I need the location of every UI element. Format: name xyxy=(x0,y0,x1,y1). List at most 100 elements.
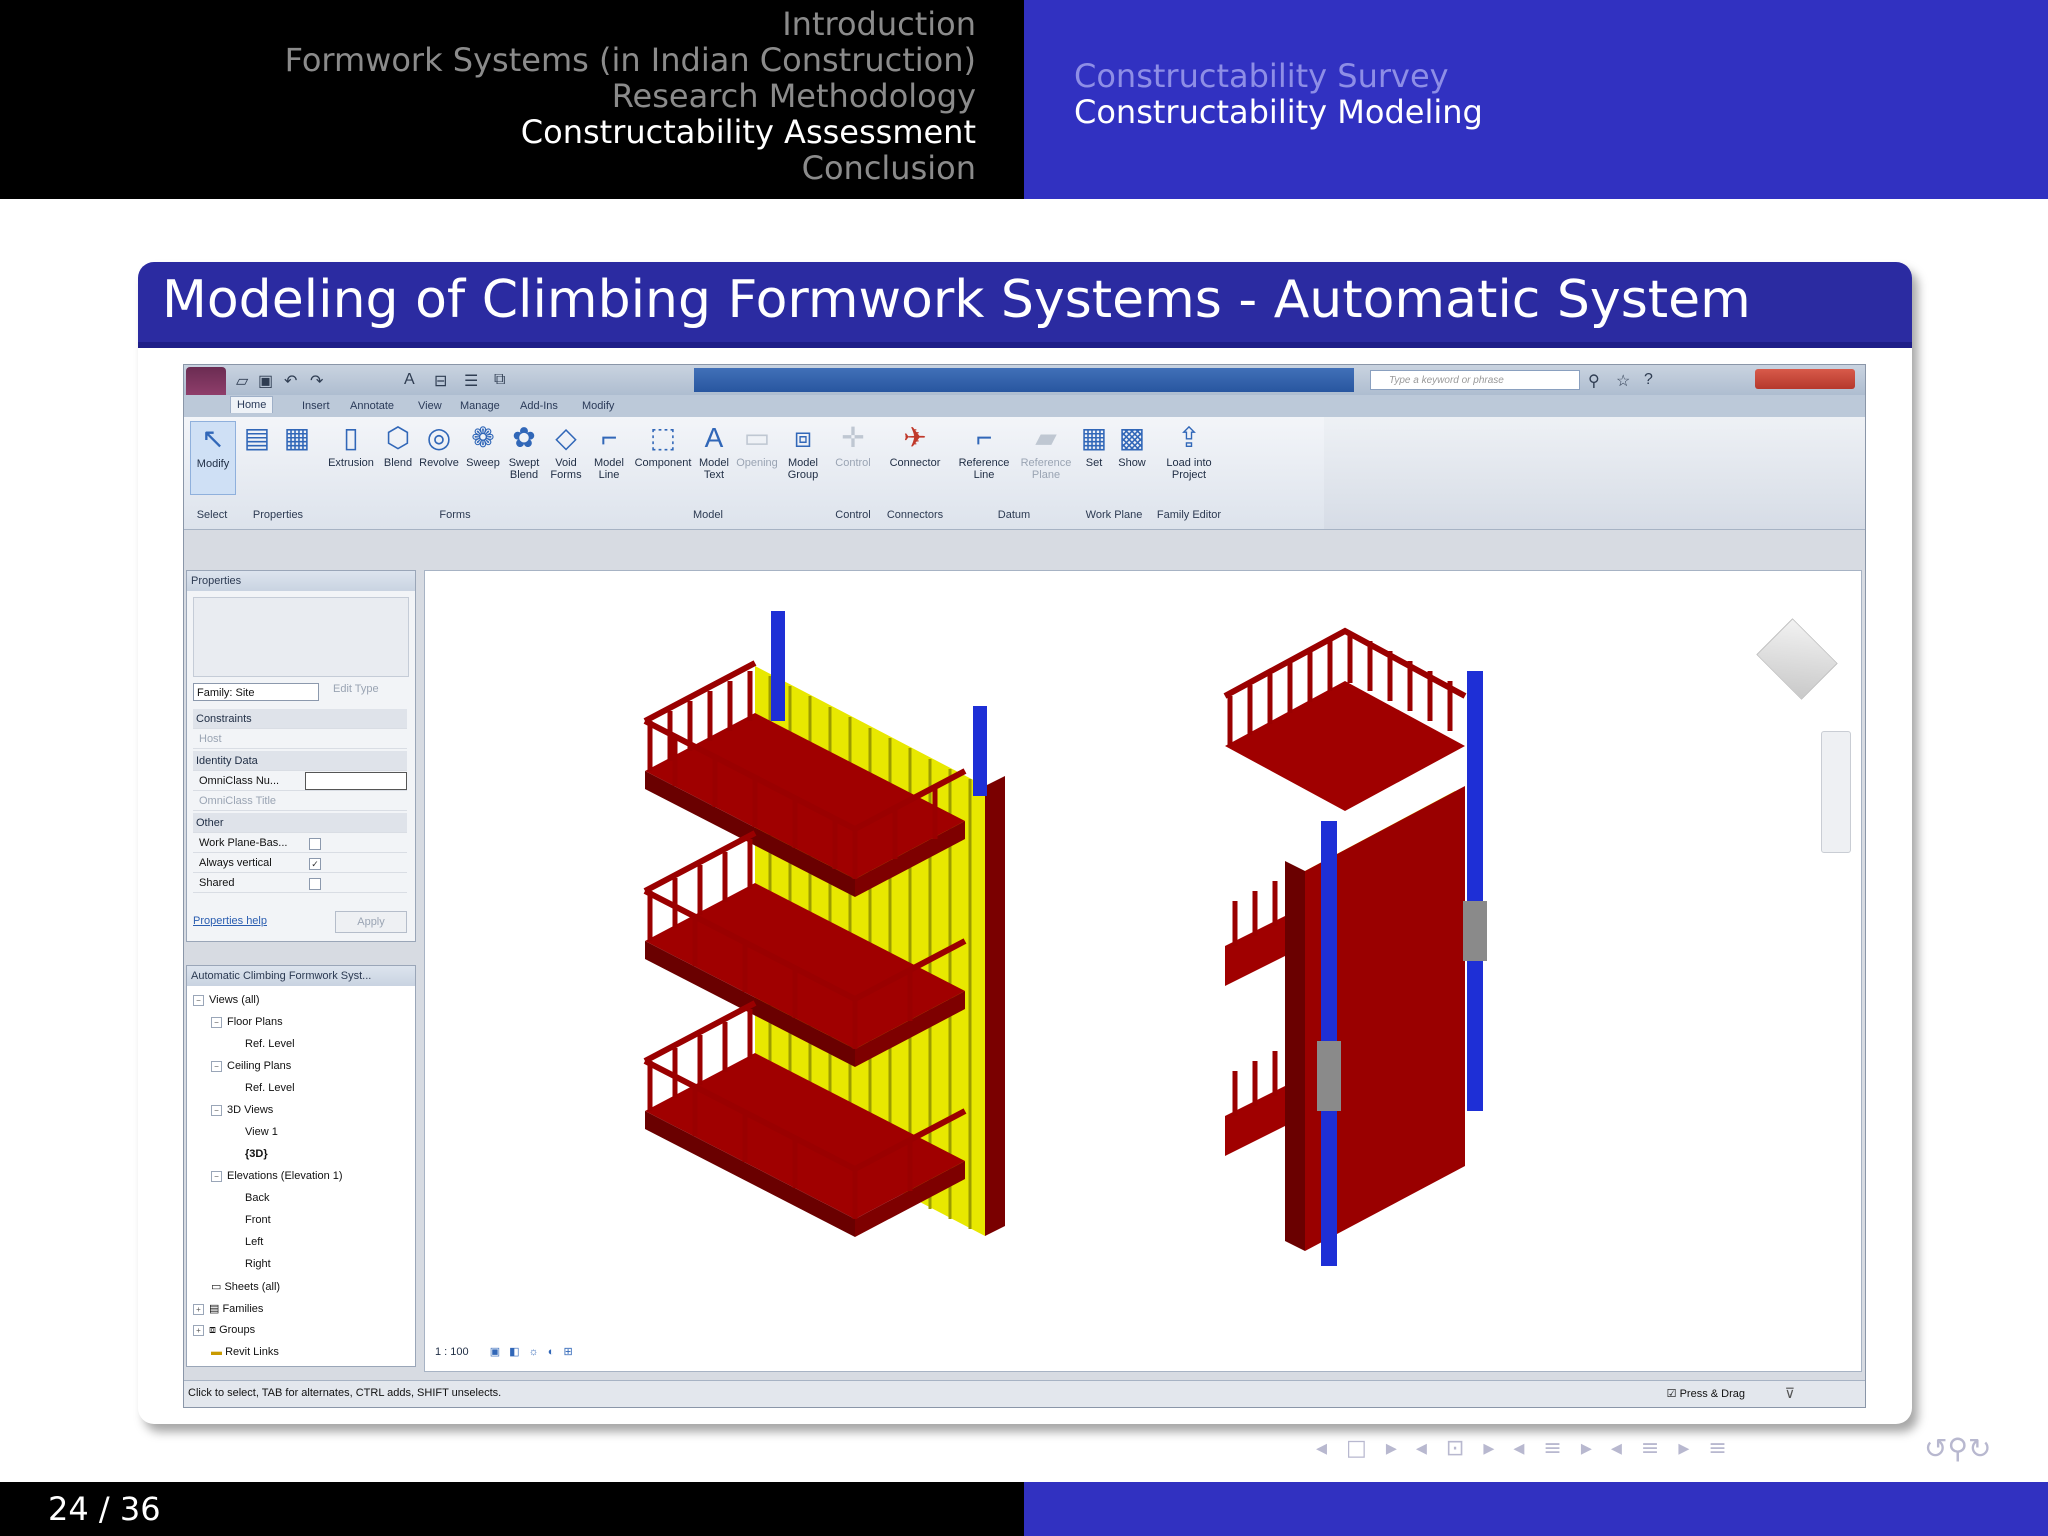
beamer-navigation-symbols[interactable]: ◂ □ ▸ ◂ ⊡ ▸ ◂ ≡ ▸ ◂ ≡ ▸ ≡ xyxy=(1316,1436,1733,1461)
connector-button[interactable]: ✈ Connector xyxy=(880,421,950,469)
component-button[interactable]: ⬚ Component xyxy=(632,421,694,469)
omniclass-number-field[interactable] xyxy=(305,772,407,790)
view-scale[interactable]: 1 : 100 xyxy=(435,1346,469,1358)
family-types-button[interactable]: ▦ xyxy=(280,421,314,457)
tree-elevation-back[interactable]: Back xyxy=(245,1192,269,1204)
tree-revit-links[interactable]: ▬ Revit Links xyxy=(211,1346,279,1358)
star-icon[interactable]: ☆ xyxy=(1616,371,1630,391)
open-icon[interactable]: ▱ xyxy=(236,371,248,391)
press-drag-toggle[interactable]: ☑ Press & Drag xyxy=(1667,1387,1745,1400)
tree-elevation-right[interactable]: Right xyxy=(245,1258,271,1270)
forward-icon[interactable]: ↻ xyxy=(1968,1432,1991,1465)
tree-floor-plan-ref-level[interactable]: Ref. Level xyxy=(245,1038,295,1050)
tree-floor-plans[interactable]: − Floor Plans xyxy=(211,1016,283,1028)
nav-subsection-constructability-modeling[interactable]: Constructability Modeling xyxy=(1074,94,1483,130)
nav-section-formwork-systems[interactable]: Formwork Systems (in Indian Construction… xyxy=(285,42,1024,78)
shadows-icon[interactable]: ◐ xyxy=(548,1346,555,1358)
type-preview-image[interactable] xyxy=(193,597,409,677)
nav-section-research-methodology[interactable]: Research Methodology xyxy=(612,78,1024,114)
undo-icon[interactable]: ↶ xyxy=(284,371,297,391)
tab-modify[interactable]: Modify xyxy=(576,398,620,414)
sweep-button[interactable]: ❁ Sweep xyxy=(462,421,504,469)
tree-elevation-left[interactable]: Left xyxy=(245,1236,263,1248)
family-type-select[interactable]: Family: Site xyxy=(193,683,319,701)
properties-help-link[interactable]: Properties help xyxy=(193,915,267,927)
windows-icon[interactable]: ⧉ xyxy=(494,371,505,389)
control-button[interactable]: ✛ Control xyxy=(830,421,876,469)
tree-elevations[interactable]: − Elevations (Elevation 1) xyxy=(211,1170,343,1182)
collapse-icon[interactable]: − xyxy=(211,1104,222,1116)
always-vertical-checkbox[interactable]: ✓ xyxy=(309,858,321,870)
opening-button[interactable]: ▭ Opening xyxy=(732,421,782,469)
reference-plane-button[interactable]: ▰ Reference Plane xyxy=(1016,421,1076,481)
redo-icon[interactable]: ↷ xyxy=(310,371,323,391)
extrusion-button[interactable]: ▯ Extrusion xyxy=(324,421,378,469)
collapse-icon[interactable]: − xyxy=(193,994,204,1006)
nav-section-conclusion[interactable]: Conclusion xyxy=(802,150,1024,186)
revolve-button[interactable]: ◎ Revolve xyxy=(416,421,462,469)
modify-button[interactable]: ↖ Modify xyxy=(190,421,236,495)
sun-path-icon[interactable]: ☼ xyxy=(529,1346,539,1358)
tab-manage[interactable]: Manage xyxy=(454,398,506,414)
beamer-search-icons[interactable]: ↺⚲↻ xyxy=(1924,1432,1991,1465)
search-input[interactable]: Type a keyword or phrase xyxy=(1370,370,1580,390)
work-plane-based-checkbox[interactable] xyxy=(309,838,321,850)
void-forms-button[interactable]: ◇ Void Forms xyxy=(546,421,586,481)
load-into-project-button[interactable]: ⇪ Load into Project xyxy=(1154,421,1224,481)
tab-add-ins[interactable]: Add-Ins xyxy=(514,398,564,414)
nav-section-introduction[interactable]: Introduction xyxy=(782,6,1024,42)
expand-icon[interactable]: + xyxy=(193,1324,204,1336)
tree-ceiling-plan-ref-level[interactable]: Ref. Level xyxy=(245,1082,295,1094)
apply-button[interactable]: Apply xyxy=(335,911,407,933)
tab-view[interactable]: View xyxy=(412,398,448,414)
crop-icon[interactable]: ⊞ xyxy=(564,1346,573,1358)
tree-sheets[interactable]: ▭ Sheets (all) xyxy=(211,1280,280,1293)
prop-section-other[interactable]: Other xyxy=(193,813,407,833)
tab-home[interactable]: Home xyxy=(230,396,274,413)
show-work-plane-button[interactable]: ▩ Show xyxy=(1112,421,1152,469)
visual-style-icon[interactable]: ◧ xyxy=(509,1346,519,1358)
detail-level-icon[interactable]: ▣ xyxy=(490,1346,500,1358)
nav-section-constructability-assessment[interactable]: Constructability Assessment xyxy=(521,114,1024,150)
model-group-button[interactable]: ⧈ Model Group xyxy=(780,421,826,481)
group-family-editor: Family Editor xyxy=(1156,509,1222,521)
tree-families[interactable]: + ▤ Families xyxy=(193,1302,263,1315)
help-icon[interactable]: ? xyxy=(1644,371,1653,389)
search-icon[interactable]: ⚲ xyxy=(1947,1432,1968,1465)
thin-lines-icon[interactable]: ☰ xyxy=(464,371,478,391)
model-text-button[interactable]: A Model Text xyxy=(694,421,734,481)
tab-insert[interactable]: Insert xyxy=(296,398,336,414)
tree-view-3d[interactable]: {3D} xyxy=(245,1148,268,1160)
filter-icon[interactable]: ⊽ xyxy=(1785,1385,1795,1402)
tree-groups[interactable]: + ⧈ Groups xyxy=(193,1324,255,1337)
drawing-area-3d-view[interactable]: 1 : 100 ▣ ◧ ☼ ◐ ⊞ xyxy=(424,570,1862,1372)
collapse-icon[interactable]: − xyxy=(211,1060,222,1072)
blend-button[interactable]: ⬡ Blend xyxy=(378,421,418,469)
reference-line-button[interactable]: ⌐ Reference Line xyxy=(952,421,1016,481)
tree-elevation-front[interactable]: Front xyxy=(245,1214,271,1226)
collapse-icon[interactable]: − xyxy=(211,1170,222,1182)
expand-icon[interactable]: + xyxy=(193,1303,204,1315)
tree-view-1[interactable]: View 1 xyxy=(245,1126,278,1138)
text-icon[interactable]: A xyxy=(404,371,415,389)
collapse-icon[interactable]: − xyxy=(211,1016,222,1028)
back-icon[interactable]: ↺ xyxy=(1924,1432,1947,1465)
navigation-bar[interactable] xyxy=(1821,731,1851,853)
prop-section-constraints[interactable]: Constraints xyxy=(193,709,407,729)
binoculars-icon[interactable]: ⚲ xyxy=(1588,371,1600,391)
tree-3d-views[interactable]: −3D Views xyxy=(211,1104,273,1116)
tree-views-all[interactable]: − Views (all) xyxy=(193,994,260,1006)
set-work-plane-button[interactable]: ▦ Set xyxy=(1076,421,1112,469)
window-controls[interactable] xyxy=(1755,369,1855,389)
measure-icon[interactable]: ⊟ xyxy=(434,371,447,391)
tab-annotate[interactable]: Annotate xyxy=(344,398,400,414)
model-line-button[interactable]: ⌐ Model Line xyxy=(588,421,630,481)
save-icon[interactable]: ▣ xyxy=(258,371,273,391)
properties-button[interactable]: ▤ xyxy=(240,421,274,457)
tree-ceiling-plans[interactable]: − Ceiling Plans xyxy=(211,1060,291,1072)
edit-type-button[interactable]: Edit Type xyxy=(333,683,379,695)
shared-checkbox[interactable] xyxy=(309,878,321,890)
nav-subsection-constructability-survey[interactable]: Constructability Survey xyxy=(1074,58,1449,94)
prop-section-identity-data[interactable]: Identity Data xyxy=(193,751,407,771)
swept-blend-button[interactable]: ✿ Swept Blend xyxy=(502,421,546,481)
